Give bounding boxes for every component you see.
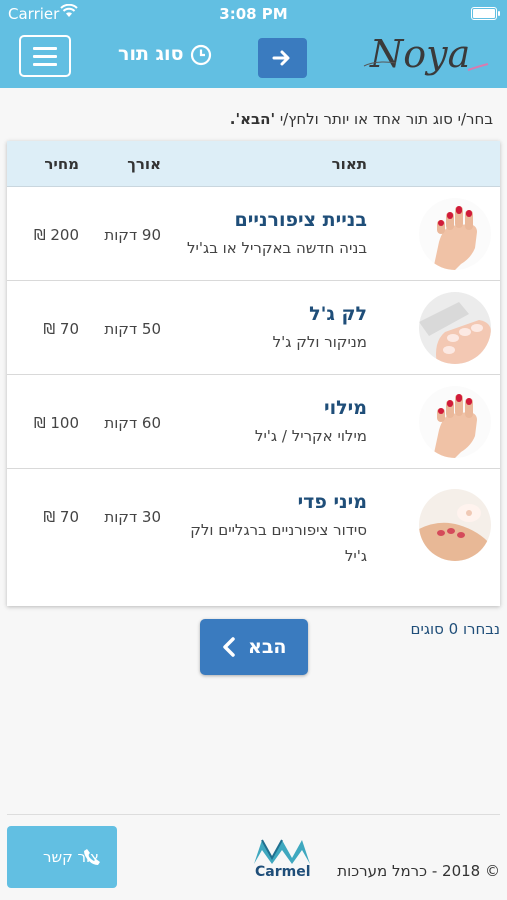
service-name: מיני פדי <box>297 491 367 513</box>
service-name: לק ג'ל <box>309 303 367 325</box>
carmel-logo: Carmel <box>252 836 312 882</box>
service-name: מילוי <box>324 397 367 419</box>
service-name: בניית ציפורניים <box>234 209 367 231</box>
column-description: תאור <box>331 155 367 173</box>
service-length: 90 דקות <box>104 226 161 244</box>
table-row[interactable]: לק ג'ל מניקור ולק ג'ל 50 דקות 70 ₪ <box>7 281 500 375</box>
service-table: תאור אורך מחיר בניית ציפורניים בניה חדשה… <box>7 141 500 606</box>
table-row[interactable]: בניית ציפורניים בניה חדשה באקריל או בג'י… <box>7 187 500 281</box>
table-header: תאור אורך מחיר <box>7 141 500 187</box>
chevron-left-icon <box>223 637 235 657</box>
clock-time: 3:08 PM <box>219 5 288 23</box>
service-description: בניה חדשה באקריל או בג'יל <box>187 239 367 257</box>
french-nails-image <box>419 292 491 364</box>
noya-logo: Noya <box>356 30 496 86</box>
service-price: 70 ₪ <box>43 320 79 338</box>
column-length: אורך <box>127 155 161 173</box>
selected-count-text: נבחרו 0 סוגים <box>410 620 500 638</box>
service-length: 60 דקות <box>104 414 161 432</box>
service-length: 30 דקות <box>104 508 161 526</box>
service-description: סידור ציפורניים ברגליים ולק ג'יל <box>190 521 367 565</box>
hamburger-menu-button[interactable] <box>19 35 71 77</box>
next-button[interactable]: הבא <box>200 619 308 675</box>
next-button-label: הבא <box>248 636 287 658</box>
contact-us-button[interactable]: צור קשר <box>7 826 117 888</box>
service-price: 100 ₪ <box>33 414 79 432</box>
app-header: סוג תור Noya <box>0 26 507 88</box>
next-arrow-button[interactable] <box>258 38 307 78</box>
page-title: סוג תור <box>118 43 184 65</box>
table-row[interactable]: מיני פדי סידור ציפורניים ברגליים ולק ג'י… <box>7 469 500 606</box>
phone-icon <box>84 849 100 865</box>
battery-icon <box>471 7 500 20</box>
pedicure-image <box>419 489 491 561</box>
service-description: מניקור ולק ג'ל <box>272 333 367 351</box>
red-nails-image <box>419 198 491 270</box>
service-description: מילוי אקריל / ג'יל <box>254 427 367 445</box>
service-price: 70 ₪ <box>43 508 79 526</box>
red-nails-image <box>419 386 491 458</box>
clock-icon <box>190 44 212 66</box>
column-price: מחיר <box>44 155 79 173</box>
copyright-text: © 2018 - כרמל מערכות <box>337 862 500 880</box>
table-row[interactable]: מילוי מילוי אקריל / ג'יל 60 דקות 100 ₪ <box>7 375 500 469</box>
footer-divider <box>7 814 500 815</box>
instruction-text: בחר/י סוג תור אחד או יותר ולחץ/י 'הבא'. <box>229 110 493 128</box>
service-length: 50 דקות <box>104 320 161 338</box>
arrow-right-icon <box>272 50 290 66</box>
status-bar: Carrier 3:08 PM <box>0 0 507 26</box>
service-price: 200 ₪ <box>33 226 79 244</box>
